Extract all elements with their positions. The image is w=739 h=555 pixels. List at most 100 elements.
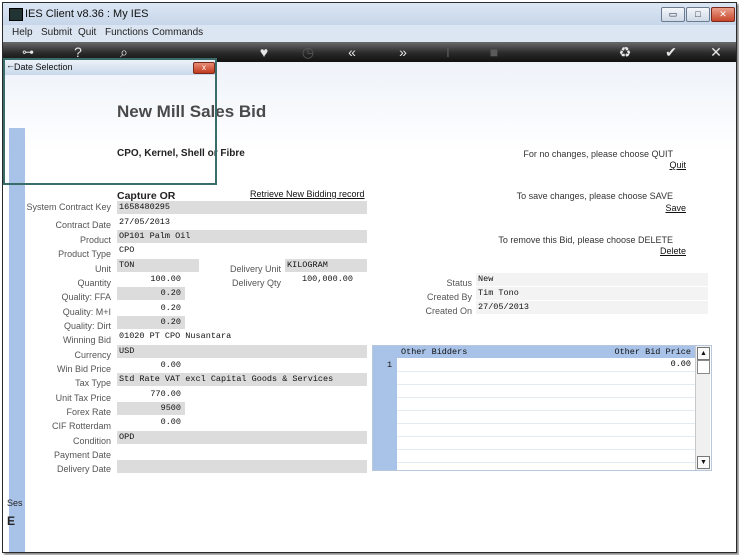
check-icon[interactable]: ✔: [663, 44, 679, 60]
label-product-type: Product Type: [58, 249, 111, 259]
field-quality-mi[interactable]: 0.20: [117, 302, 185, 315]
label-win-bid-price: Win Bid Price: [56, 364, 111, 374]
retrieve-bidding-link[interactable]: Retrieve New Bidding record: [250, 189, 365, 199]
label-quality-ffa: Quality: FFA: [61, 292, 111, 302]
label-quality-mi: Quality: M+I: [62, 307, 111, 317]
label-status: Status: [446, 278, 472, 288]
field-quality-dirt[interactable]: 0.20: [117, 316, 185, 329]
recycle-icon[interactable]: ♻: [617, 44, 633, 60]
grid-line: [397, 462, 695, 463]
label-condition: Condition: [72, 436, 111, 446]
quit-instruction: For no changes, please choose QUIT: [523, 149, 673, 159]
label-contract-key: System Contract Key: [26, 202, 111, 212]
field-contract-date[interactable]: 27/05/2013: [117, 216, 367, 229]
label-quantity: Quantity: [77, 278, 111, 288]
label-payment-date: Payment Date: [53, 450, 111, 460]
grid-header: Other Bidders Other Bid Price: [397, 346, 695, 358]
field-win-bid-price[interactable]: 0.00: [117, 359, 185, 372]
field-delivery-date[interactable]: [117, 460, 367, 473]
delete-link[interactable]: Delete: [643, 246, 686, 256]
date-selection-dialog[interactable]: ← Date Selection x: [3, 58, 217, 185]
sidebar-session-label: Ses: [7, 498, 23, 508]
field-cif-rotterdam[interactable]: 0.00: [117, 416, 185, 429]
maximize-button[interactable]: □: [686, 7, 710, 22]
field-created-by: Tim Tono: [476, 287, 708, 300]
grid-row-numbers: 1: [373, 346, 397, 470]
label-product: Product: [79, 235, 111, 245]
forward-icon[interactable]: »: [395, 44, 411, 60]
label-currency: Currency: [74, 350, 111, 360]
label-winning-bid: Winning Bid: [62, 335, 111, 345]
menu-help[interactable]: Help: [12, 27, 33, 38]
cell-bid-price[interactable]: 0.00: [671, 358, 691, 371]
field-contract-key[interactable]: 1658480295: [117, 201, 367, 214]
dialog-title: Date Selection: [14, 62, 73, 72]
grid-line: [397, 423, 695, 424]
label-created-by: Created By: [426, 292, 472, 302]
heart-icon[interactable]: ♥: [256, 44, 272, 60]
save-link[interactable]: Save: [643, 203, 686, 213]
scroll-up-icon[interactable]: ▲: [697, 347, 710, 360]
table-row[interactable]: 0.00: [397, 358, 695, 371]
field-product[interactable]: OP101 Palm Oil: [117, 230, 367, 243]
label-tax-type: Tax Type: [75, 378, 111, 388]
field-currency[interactable]: USD: [117, 345, 367, 358]
text-cursor-icon: I: [446, 44, 450, 60]
field-forex-rate[interactable]: 9500: [117, 402, 185, 415]
dialog-title-bar[interactable]: ← Date Selection x: [5, 60, 215, 75]
grid-scrollbar[interactable]: ▲ ▼: [695, 346, 710, 470]
field-quality-ffa[interactable]: 0.20: [117, 287, 185, 300]
label-delivery-unit: Delivery Unit: [229, 264, 281, 274]
sidebar-session-glyph: E: [7, 514, 16, 528]
label-delivery-qty: Delivery Qty: [231, 278, 281, 288]
field-delivery-unit[interactable]: KILOGRAM: [285, 259, 367, 272]
field-created-on: 27/05/2013: [476, 301, 708, 314]
app-window: IES Client v8.36 : My IES ▭ □ ✕ Help Sub…: [2, 2, 737, 553]
scroll-thumb[interactable]: [697, 360, 710, 374]
dialog-close-button[interactable]: x: [193, 62, 215, 74]
label-unit: Unit: [94, 264, 111, 274]
rewind-icon[interactable]: «: [344, 44, 360, 60]
field-condition[interactable]: OPD: [117, 431, 367, 444]
save-instruction: To save changes, please choose SAVE: [516, 191, 673, 201]
close-window-button[interactable]: ✕: [711, 7, 735, 22]
grid-line: [397, 397, 695, 398]
close-icon[interactable]: ✕: [708, 44, 724, 60]
label-forex-rate: Forex Rate: [66, 407, 111, 417]
grid-line: [397, 384, 695, 385]
field-payment-date[interactable]: [117, 445, 367, 458]
menu-bar: Help Submit Quit Functions Commands: [3, 25, 736, 42]
label-created-on: Created On: [425, 306, 472, 316]
grid-row-number: 1: [387, 360, 393, 370]
minimize-button[interactable]: ▭: [661, 7, 685, 22]
field-delivery-qty[interactable]: 100,000.00: [285, 273, 357, 286]
other-bidders-grid[interactable]: 1 Other Bidders Other Bid Price 0.00 ▲ ▼: [372, 345, 712, 471]
field-unit-tax-price[interactable]: 770.00: [117, 388, 185, 401]
field-product-type[interactable]: CPO: [117, 244, 367, 257]
field-winning-bid[interactable]: 01020 PT CPO Nusantara: [117, 330, 367, 343]
grid-line: [397, 371, 695, 372]
grid-line: [397, 410, 695, 411]
grid-line: [397, 436, 695, 437]
label-quality-dirt: Quality: Dirt: [63, 321, 111, 331]
col-other-bidders: Other Bidders: [401, 347, 468, 357]
delete-instruction: To remove this Bid, please choose DELETE: [498, 235, 673, 245]
menu-functions[interactable]: Functions: [105, 27, 148, 38]
menu-commands[interactable]: Commands: [152, 27, 203, 38]
scroll-down-icon[interactable]: ▼: [697, 456, 710, 469]
label-contract-date: Contract Date: [55, 220, 111, 230]
app-icon: [9, 8, 23, 21]
menu-quit[interactable]: Quit: [78, 27, 96, 38]
quit-link[interactable]: Quit: [643, 160, 686, 170]
clock-icon: ◷: [301, 44, 315, 60]
sidebar-session: Ses E: [7, 498, 23, 538]
label-delivery-date: Delivery Date: [56, 464, 111, 474]
col-other-bid-price: Other Bid Price: [614, 347, 691, 357]
title-bar: IES Client v8.36 : My IES ▭ □ ✕: [3, 3, 736, 25]
label-unit-tax-price: Unit Tax Price: [55, 393, 111, 403]
menu-submit[interactable]: Submit: [41, 27, 72, 38]
field-status: New: [476, 273, 708, 286]
field-tax-type[interactable]: Std Rate VAT excl Capital Goods & Servic…: [117, 373, 367, 386]
window-title: IES Client v8.36 : My IES: [25, 8, 149, 20]
stop-icon: ■: [489, 44, 499, 60]
